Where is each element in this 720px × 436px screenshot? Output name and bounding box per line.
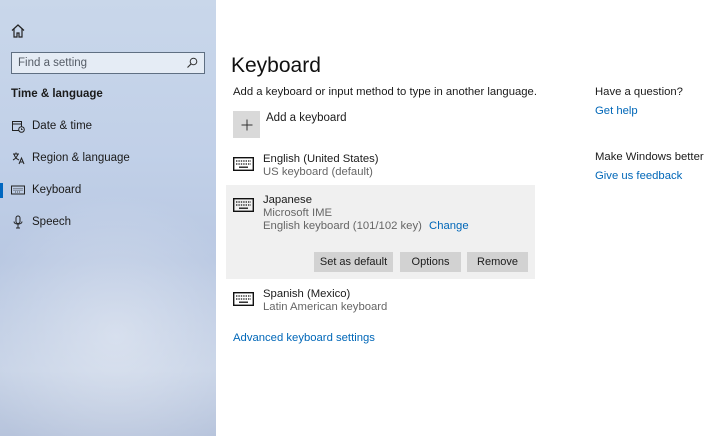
- feedback-section-title: Make Windows better: [595, 151, 704, 163]
- sidebar-item-label: Speech: [32, 216, 72, 228]
- keyboard-layout: Latin American keyboard: [263, 301, 388, 313]
- sidebar-item-keyboard[interactable]: Keyboard: [0, 176, 216, 204]
- search-icon[interactable]: [186, 57, 198, 69]
- language-name: Japanese: [263, 194, 312, 206]
- advanced-keyboard-settings-link[interactable]: Advanced keyboard settings: [233, 332, 375, 344]
- sidebar-item-label: Keyboard: [32, 184, 82, 196]
- language-item-spanish[interactable]: Spanish (Mexico) Latin American keyboard: [233, 288, 533, 318]
- keyboard-layout-text: English keyboard (101/102 key): [263, 220, 422, 232]
- search-input[interactable]: Find a setting: [18, 57, 186, 69]
- sidebar-item-label: Date & time: [32, 120, 93, 132]
- language-name: Spanish (Mexico): [263, 288, 351, 300]
- input-method: Microsoft IME: [263, 207, 333, 219]
- keyboard-icon: [11, 183, 25, 197]
- search-box[interactable]: Find a setting: [11, 52, 205, 74]
- help-section-title: Have a question?: [595, 86, 683, 98]
- set-as-default-button[interactable]: Set as default: [314, 252, 393, 272]
- language-icon: [11, 151, 25, 165]
- keyboard-layout: US keyboard (default): [263, 166, 373, 178]
- section-title: Time & language: [11, 88, 103, 100]
- plus-icon: [233, 111, 260, 138]
- active-indicator: [0, 183, 3, 198]
- sidebar-item-region-language[interactable]: Region & language: [0, 144, 216, 172]
- sidebar-item-date-time[interactable]: Date & time: [0, 112, 216, 140]
- get-help-link[interactable]: Get help: [595, 105, 638, 117]
- main-content: Keyboard Add a keyboard or input method …: [216, 0, 720, 436]
- microphone-icon: [11, 215, 25, 229]
- add-keyboard-button[interactable]: Add a keyboard: [233, 111, 347, 138]
- keyboard-icon: [233, 157, 254, 171]
- options-button[interactable]: Options: [400, 252, 461, 272]
- add-keyboard-label: Add a keyboard: [266, 112, 347, 124]
- keyboard-icon: [233, 198, 254, 212]
- calendar-clock-icon: [11, 119, 25, 133]
- give-feedback-link[interactable]: Give us feedback: [595, 170, 682, 182]
- remove-button[interactable]: Remove: [467, 252, 528, 272]
- language-item-japanese[interactable]: Japanese Microsoft IME English keyboard …: [233, 194, 533, 240]
- change-link[interactable]: Change: [429, 220, 469, 232]
- sidebar-item-speech[interactable]: Speech: [0, 208, 216, 236]
- keyboard-layout: English keyboard (101/102 key) Change: [263, 220, 469, 232]
- language-item-english[interactable]: English (United States) US keyboard (def…: [233, 153, 533, 183]
- language-name: English (United States): [263, 153, 379, 165]
- page-description: Add a keyboard or input method to type i…: [233, 86, 537, 98]
- keyboard-icon: [233, 292, 254, 306]
- home-icon[interactable]: [10, 23, 26, 39]
- page-title: Keyboard: [231, 54, 321, 77]
- sidebar-item-label: Region & language: [32, 152, 130, 164]
- sidebar: Find a setting Time & language Date & ti…: [0, 0, 216, 436]
